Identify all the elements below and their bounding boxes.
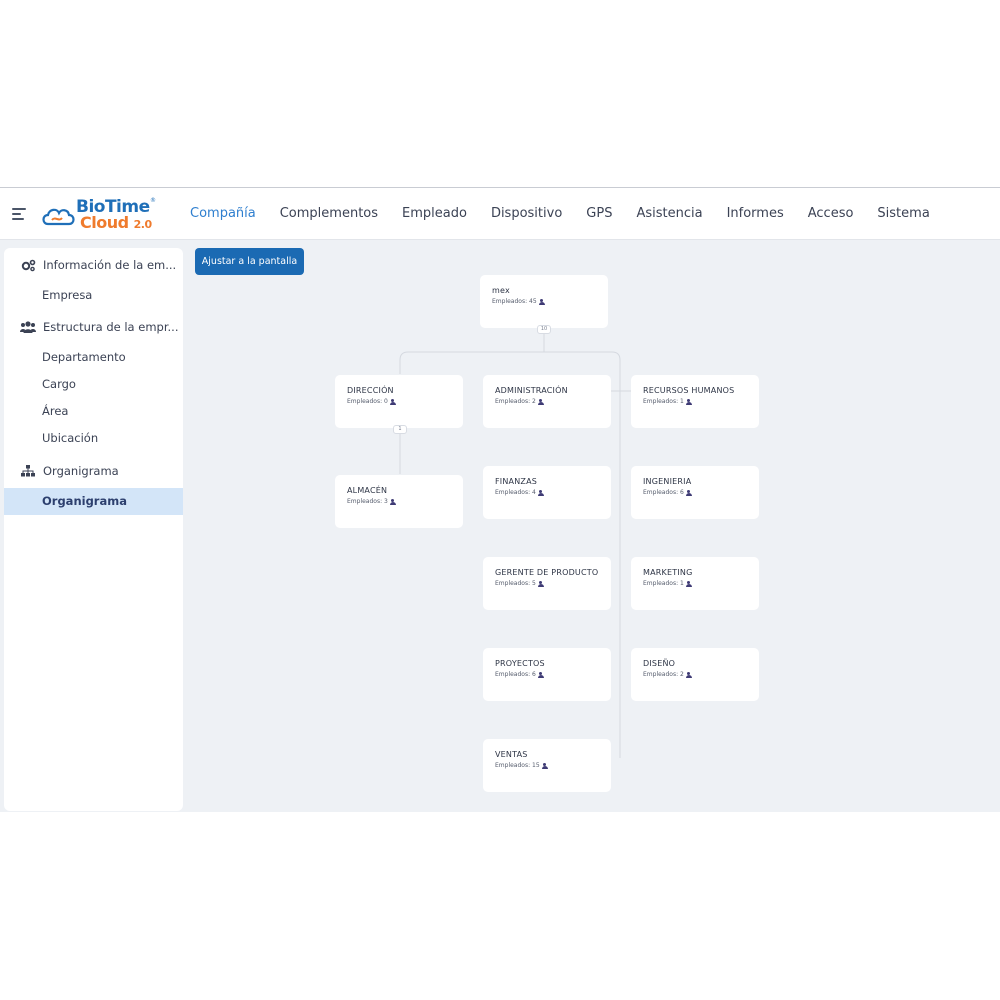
direccion-collapse-toggle[interactable]: 1: [393, 425, 407, 434]
sidebar-group-organigrama[interactable]: Organigrama: [4, 456, 183, 486]
nav-tab-sistema[interactable]: Sistema: [865, 188, 941, 240]
root-collapse-toggle[interactable]: 10: [537, 325, 551, 334]
org-node-administracion[interactable]: ADMINISTRACIÓN Empleados: 2: [483, 375, 611, 428]
logo-text-cloud: Cloud 2.0: [80, 213, 152, 232]
org-node-employees: Empleados: 1: [643, 580, 747, 587]
person-icon: [538, 298, 545, 305]
org-node-marketing[interactable]: MARKETING Empleados: 1: [631, 557, 759, 610]
person-icon: [685, 671, 692, 678]
nav-tab-informes[interactable]: Informes: [715, 188, 796, 240]
org-node-ingenieria[interactable]: INGENIERIA Empleados: 6: [631, 466, 759, 519]
org-node-recursos-humanos[interactable]: RECURSOS HUMANOS Empleados: 1: [631, 375, 759, 428]
org-node-gerente-de-producto[interactable]: GERENTE DE PRODUCTO Empleados: 5: [483, 557, 611, 610]
org-node-title: RECURSOS HUMANOS: [643, 386, 735, 395]
logo-registered-mark: ®: [150, 197, 156, 204]
sidebar-group-label: Información de la em...: [43, 258, 177, 272]
org-node-finanzas[interactable]: FINANZAS Empleados: 4: [483, 466, 611, 519]
sidebar-group-informacion[interactable]: Información de la em...: [4, 250, 183, 280]
nav-tab-asistencia[interactable]: Asistencia: [624, 188, 714, 240]
org-node-title: FINANZAS: [495, 477, 538, 486]
org-node-direccion[interactable]: DIRECCIÓN Empleados: 0: [335, 375, 463, 428]
gears-icon: [20, 258, 36, 272]
org-node-diseno[interactable]: DISEÑO Empleados: 2: [631, 648, 759, 701]
org-node-title: VENTAS: [495, 750, 528, 759]
org-node-employees: Empleados: 3: [347, 498, 451, 505]
top-bar: BioTime ® Cloud 2.0 Compañía Complemento…: [0, 188, 1000, 240]
sidebar-item-ubicacion[interactable]: Ubicación: [4, 425, 183, 452]
person-icon: [537, 398, 544, 405]
biotime-logo[interactable]: BioTime ® Cloud 2.0: [40, 196, 156, 234]
cloud-logo-icon: [42, 208, 75, 226]
org-node-root[interactable]: mex Empleados: 45: [480, 275, 608, 328]
person-icon: [389, 398, 396, 405]
person-icon: [537, 580, 544, 587]
person-icon: [541, 762, 548, 769]
org-node-employees: Empleados: 2: [495, 398, 599, 405]
hamburger-menu-icon[interactable]: [12, 208, 26, 220]
person-icon: [685, 398, 692, 405]
sidebar-group-label: Estructura de la empr...: [43, 320, 179, 334]
sidebar-item-organigrama[interactable]: Organigrama: [4, 488, 183, 515]
org-node-employees: Empleados: 5: [495, 580, 599, 587]
org-node-employees: Empleados: 6: [495, 671, 599, 678]
person-icon: [685, 489, 692, 496]
fit-to-screen-button[interactable]: Ajustar a la pantalla: [195, 248, 304, 275]
org-node-title: GERENTE DE PRODUCTO: [495, 568, 599, 577]
nav-tab-gps[interactable]: GPS: [574, 188, 624, 240]
org-node-title: ADMINISTRACIÓN: [495, 386, 568, 395]
org-node-proyectos[interactable]: PROYECTOS Empleados: 6: [483, 648, 611, 701]
org-node-title: DIRECCIÓN: [347, 386, 394, 395]
org-chart-icon: [20, 464, 36, 478]
org-node-employees: Empleados: 2: [643, 671, 747, 678]
nav-tab-empleado[interactable]: Empleado: [390, 188, 479, 240]
app-window: BioTime ® Cloud 2.0 Compañía Complemento…: [0, 187, 1000, 812]
org-node-employees: Empleados: 0: [347, 398, 451, 405]
nav-tab-complementos[interactable]: Complementos: [268, 188, 390, 240]
nav-tab-dispositivo[interactable]: Dispositivo: [479, 188, 574, 240]
org-node-title: DISEÑO: [643, 659, 676, 668]
nav-tab-acceso[interactable]: Acceso: [796, 188, 866, 240]
person-icon: [537, 489, 544, 496]
person-icon: [389, 498, 396, 505]
org-node-employees: Empleados: 4: [495, 489, 599, 496]
sidebar-group-label: Organigrama: [43, 464, 119, 478]
person-icon: [537, 671, 544, 678]
org-node-title: ALMACÉN: [347, 486, 388, 495]
org-node-employees: Empleados: 15: [495, 762, 599, 769]
sidebar: Información de la em... Empresa Estructu…: [4, 248, 183, 811]
org-node-ventas[interactable]: VENTAS Empleados: 15: [483, 739, 611, 792]
org-node-employees: Empleados: 6: [643, 489, 747, 496]
org-node-almacen[interactable]: ALMACÉN Empleados: 3: [335, 475, 463, 528]
org-node-title: mex: [492, 286, 510, 295]
sidebar-item-area[interactable]: Área: [4, 398, 183, 425]
org-node-title: PROYECTOS: [495, 659, 545, 668]
org-node-employees: Empleados: 45: [492, 298, 596, 305]
org-node-employees: Empleados: 1: [643, 398, 747, 405]
person-icon: [685, 580, 692, 587]
org-node-title: MARKETING: [643, 568, 693, 577]
sidebar-item-cargo[interactable]: Cargo: [4, 371, 183, 398]
sidebar-item-empresa[interactable]: Empresa: [4, 282, 183, 309]
sidebar-group-estructura[interactable]: Estructura de la empr...: [4, 312, 183, 342]
nav-tab-compania[interactable]: Compañía: [178, 188, 268, 240]
org-node-title: INGENIERIA: [643, 477, 692, 486]
users-icon: [20, 320, 36, 334]
sidebar-item-departamento[interactable]: Departamento: [4, 344, 183, 371]
main-nav: Compañía Complementos Empleado Dispositi…: [178, 188, 942, 240]
